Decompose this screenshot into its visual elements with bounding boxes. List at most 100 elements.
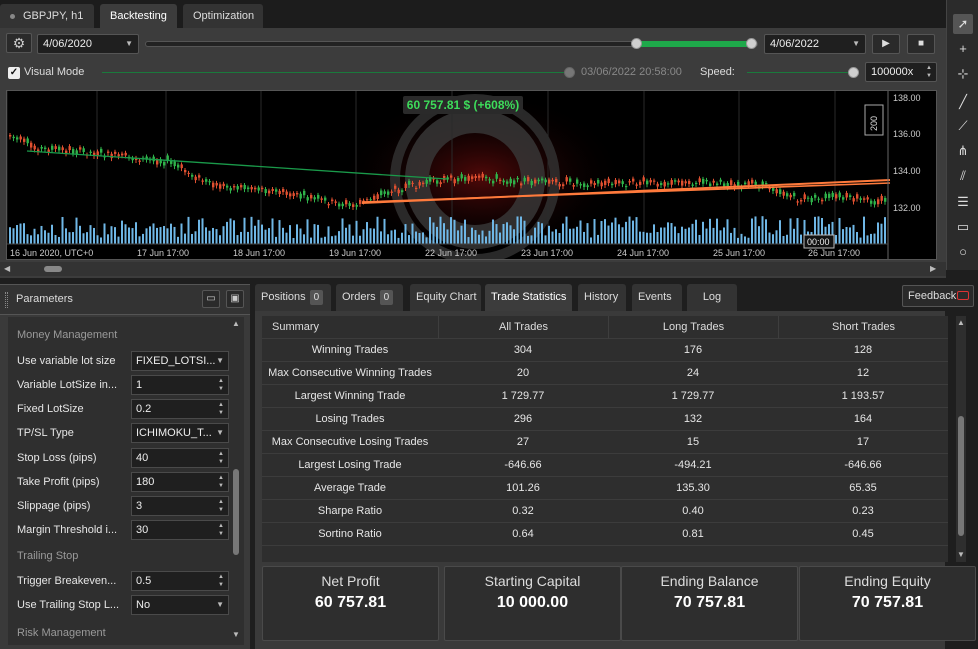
param-spinner[interactable]: 180 ▲ ▼ xyxy=(131,472,229,492)
stop-button[interactable]: ■ xyxy=(907,34,935,54)
candle-body xyxy=(425,179,428,184)
column-header[interactable]: Short Trades xyxy=(778,316,948,339)
volume-bar xyxy=(845,226,848,244)
candle-body xyxy=(180,164,183,169)
candle-body xyxy=(282,189,285,192)
param-spinner[interactable]: 1 ▲ ▼ xyxy=(131,375,229,395)
rectangle-icon[interactable]: ▭ xyxy=(953,217,973,237)
candle-body xyxy=(579,184,582,186)
channel-icon[interactable]: ⫽ xyxy=(953,166,973,186)
tab-log[interactable]: Log xyxy=(687,284,737,311)
ray-icon[interactable]: ⟋ xyxy=(953,116,973,136)
speed-slider-handle[interactable] xyxy=(848,67,859,78)
column-header[interactable]: Long Trades xyxy=(608,316,778,339)
volume-bar xyxy=(555,229,557,244)
candle-body xyxy=(23,138,26,142)
param-spinner[interactable]: 0.2 ▲ ▼ xyxy=(131,399,229,419)
end-date-picker[interactable]: 4/06/2022 ▼ xyxy=(764,34,866,54)
volume-bar xyxy=(380,231,382,244)
candle-body xyxy=(523,177,526,182)
param-spinner[interactable]: 3 ▲ ▼ xyxy=(131,496,229,516)
volume-bar xyxy=(65,228,67,244)
open-folder-icon[interactable]: ▭ xyxy=(202,290,220,308)
price-chart[interactable]: 60 757.81 $ (+608%) 138.00 136.00 134.00… xyxy=(6,90,937,260)
scroll-up-icon[interactable]: ▲ xyxy=(232,319,240,328)
tab-equity-chart[interactable]: Equity Chart xyxy=(410,284,481,311)
parameters-scrollbar[interactable]: ▲ ▼ xyxy=(231,317,241,643)
volume-bar xyxy=(47,232,50,244)
scroll-up-icon[interactable]: ▲ xyxy=(957,318,965,327)
candle-body xyxy=(194,176,197,181)
volume-bar xyxy=(236,235,239,244)
tab-events[interactable]: Events xyxy=(632,284,682,311)
candle-body xyxy=(688,180,691,184)
param-spinner[interactable]: 30 ▲ ▼ xyxy=(131,520,229,540)
start-date-picker[interactable]: 4/06/2020 ▼ xyxy=(37,34,139,54)
scroll-left-icon[interactable]: ◀ xyxy=(4,264,10,273)
volume-bar xyxy=(859,237,862,244)
param-dropdown[interactable]: ICHIMOKU_T... ▼ xyxy=(131,423,229,443)
price-tick: 134.00 xyxy=(893,166,921,176)
candle-body xyxy=(121,153,124,156)
orders-count-badge: 0 xyxy=(379,290,394,305)
current-time-label: 03/06/2022 20:58:00 xyxy=(581,66,682,78)
volume-bar xyxy=(884,217,886,244)
volume-bar xyxy=(30,235,32,244)
candle-body xyxy=(226,185,229,188)
trendline-icon[interactable]: ╱ xyxy=(953,92,973,112)
progress-handle[interactable] xyxy=(564,67,575,78)
candle-body xyxy=(632,178,635,182)
column-header[interactable]: Summary xyxy=(262,316,438,339)
param-dropdown[interactable]: FIXED_LOTSI... ▼ xyxy=(131,351,229,371)
period-slider-start-handle[interactable] xyxy=(631,38,642,49)
row-label: Max Consecutive Winning Trades xyxy=(268,367,432,379)
tab-optimization[interactable]: Optimization xyxy=(183,4,263,28)
scroll-thumb[interactable] xyxy=(958,416,964,536)
scroll-right-icon[interactable]: ▶ xyxy=(930,264,936,273)
tab-trade-statistics[interactable]: Trade Statistics xyxy=(485,284,572,311)
save-icon[interactable]: ▣ xyxy=(226,290,244,308)
fibonacci-icon[interactable]: ☰ xyxy=(953,192,973,212)
crosshair-icon[interactable]: + xyxy=(953,39,973,59)
candle-body xyxy=(670,180,673,185)
measure-icon[interactable]: ⊹ xyxy=(953,64,973,84)
tab-symbol[interactable]: GBPJPY, h1 xyxy=(0,4,94,28)
scroll-down-icon[interactable]: ▼ xyxy=(957,550,965,559)
speed-slider-track[interactable] xyxy=(747,72,851,73)
speed-input[interactable]: 100000x ▲ ▼ xyxy=(865,62,937,82)
candle-body xyxy=(418,182,421,186)
param-spinner[interactable]: 40 ▲ ▼ xyxy=(131,448,229,468)
table-cell: -646.66 xyxy=(504,459,542,471)
tab-positions[interactable]: Positions 0 xyxy=(255,284,331,311)
statistics-scrollbar[interactable]: ▲ ▼ xyxy=(956,316,966,562)
volume-bar xyxy=(646,232,648,244)
scroll-down-icon[interactable]: ▼ xyxy=(232,630,240,639)
column-header[interactable]: All Trades xyxy=(438,316,608,339)
period-slider-end-handle[interactable] xyxy=(746,38,757,49)
candle-body xyxy=(436,180,439,184)
drag-grip-icon[interactable] xyxy=(5,292,8,308)
volume-bar xyxy=(247,231,249,244)
chart-horizontal-scrollbar[interactable]: ◀ ▶ xyxy=(0,262,946,276)
param-dropdown[interactable]: No ▼ xyxy=(131,595,229,615)
visual-mode-checkbox[interactable]: ✓ xyxy=(8,67,20,79)
param-spinner[interactable]: 0.5 ▲ ▼ xyxy=(131,571,229,591)
volume-bar xyxy=(61,216,64,244)
circle-icon[interactable]: ○ xyxy=(953,242,973,262)
settings-gear-icon[interactable]: ⚙ xyxy=(6,33,32,53)
pitchfork-icon[interactable]: ⋔ xyxy=(953,141,973,161)
play-button[interactable]: ▶ xyxy=(872,34,900,54)
scroll-thumb[interactable] xyxy=(44,266,62,272)
volume-bar xyxy=(16,225,18,244)
scroll-thumb[interactable] xyxy=(233,469,239,555)
cursor-icon[interactable]: ➚ xyxy=(953,14,973,34)
feedback-button[interactable]: Feedback xyxy=(902,285,974,307)
volume-bar xyxy=(177,236,179,244)
volume-bar xyxy=(145,228,148,244)
card-title: Starting Capital xyxy=(484,573,581,589)
candle-body xyxy=(656,183,659,187)
tab-orders[interactable]: Orders 0 xyxy=(336,284,403,311)
tab-backtesting[interactable]: Backtesting xyxy=(100,4,177,28)
tab-history[interactable]: History xyxy=(578,284,626,311)
spinner-arrows-icon[interactable]: ▲ ▼ xyxy=(926,64,932,80)
